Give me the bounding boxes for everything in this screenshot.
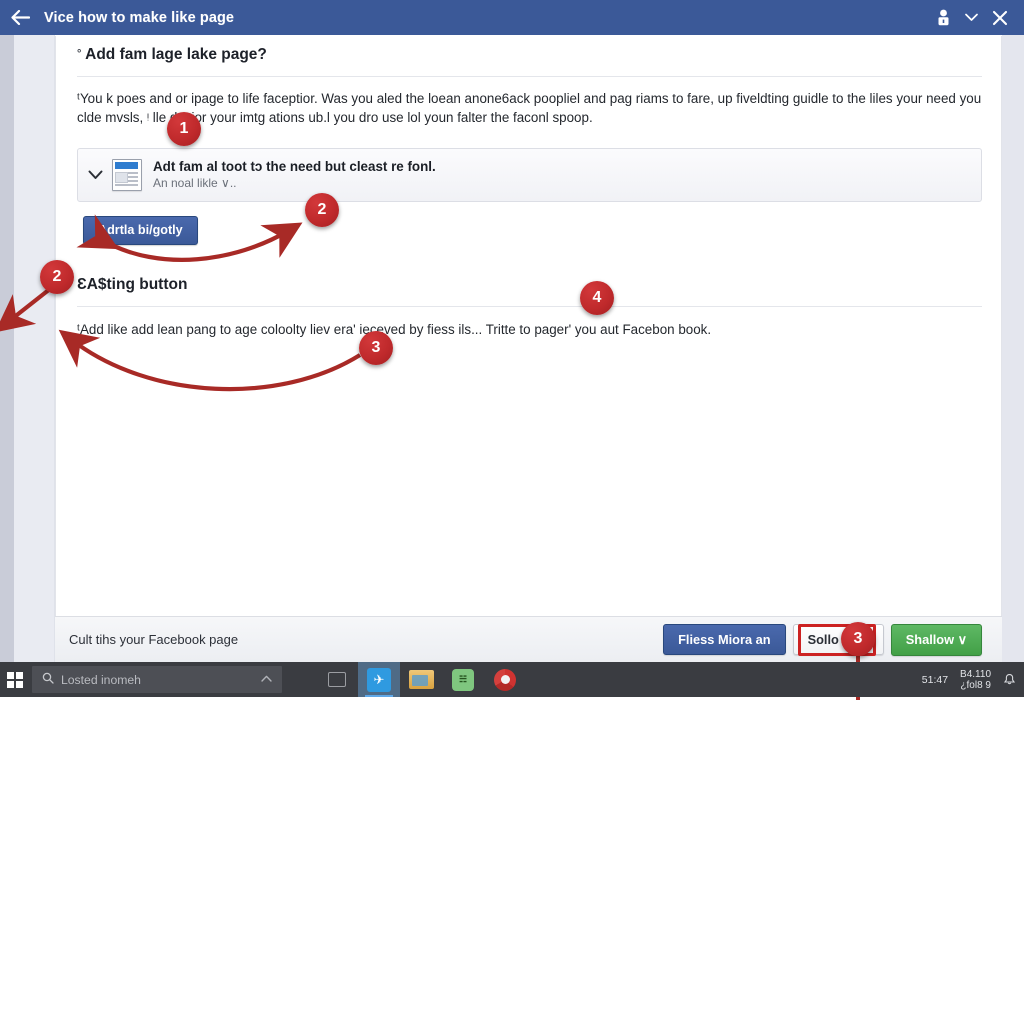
application-window: Vice how to make like page ° Add fam lag… <box>0 0 1024 662</box>
blue-app-icon[interactable]: ✈ <box>358 662 400 697</box>
search-placeholder: Losted inomeh <box>61 672 141 687</box>
task-view-glyph <box>328 672 346 687</box>
tray-secondary-time: 51:47 <box>921 673 949 686</box>
section-heading-1-label: Add fam lage lake page? <box>85 46 267 63</box>
file-explorer-icon[interactable] <box>400 662 442 697</box>
close-x-icon[interactable] <box>992 10 1008 26</box>
task-view-icon[interactable] <box>316 662 358 697</box>
body-paragraph-1: ᵗYou k poes and or ipage to life facepti… <box>77 91 982 125</box>
divider <box>77 76 982 77</box>
section-heading-existing-button: ƐA$ting button <box>77 276 188 293</box>
folder-glyph <box>408 670 434 689</box>
collapsible-panel[interactable]: Adt fam al toot tɔ the need but cleast r… <box>77 148 982 202</box>
document-icon <box>112 159 142 191</box>
green-app-icon[interactable]: ☵ <box>442 662 484 697</box>
title-bar-actions <box>936 9 1024 26</box>
footer-note: Cult tihs your Facebook page <box>69 632 239 647</box>
windows-taskbar: Losted inomeh ✈ ☵ 51:47 B4.110 ¿fol8 9 <box>0 662 1024 697</box>
system-tray: 51:47 B4.110 ¿fol8 9 <box>922 669 1024 691</box>
chevron-down-icon[interactable] <box>965 13 978 22</box>
green-app-glyph: ☵ <box>452 668 474 691</box>
add-like-button[interactable]: Adrtla bi/gotly <box>83 216 198 245</box>
chrome-glyph <box>494 668 516 691</box>
divider <box>77 306 982 307</box>
search-input[interactable]: Losted inomeh <box>32 666 282 693</box>
notification-icon[interactable] <box>1003 671 1016 688</box>
blue-app-glyph: ✈ <box>367 667 391 692</box>
footer-primary-button[interactable]: Fliess Miora an <box>663 624 786 655</box>
tray-clock-top: B4.110 <box>960 668 991 680</box>
account-lock-icon[interactable] <box>936 9 951 26</box>
left-rail <box>0 35 14 662</box>
tray-clock[interactable]: B4.110 ¿fol8 9 <box>960 669 991 691</box>
content-card: ° Add fam lage lake page? ᵗYou k poes an… <box>55 36 1002 616</box>
chevron-down-icon[interactable] <box>78 170 112 180</box>
caret-up-icon[interactable] <box>261 674 272 685</box>
windows-start-icon[interactable] <box>0 662 30 697</box>
panel-text: Adt fam al toot tɔ the need but cleast r… <box>153 159 436 191</box>
heading-bullet-icon: ° <box>77 48 82 60</box>
chrome-browser-icon[interactable] <box>484 662 526 697</box>
section-heading-add-page: ° Add fam lage lake page? <box>77 46 267 64</box>
window-title: Vice how to make like page <box>44 9 235 26</box>
footer-dropdown-button[interactable]: Shallow ∨ <box>890 623 982 656</box>
start-grid-glyph <box>7 671 23 688</box>
footer-actions: Fliess Miora an Sollo amo Shallow ∨ <box>663 623 1002 656</box>
title-bar: Vice how to make like page <box>0 0 1024 35</box>
panel-subtitle: An noal likle ∨.. <box>153 176 237 190</box>
footer-secondary-button[interactable]: Sollo amo <box>792 624 884 655</box>
footer-bar: Cult tihs your Facebook page Fliess Mior… <box>55 616 1002 662</box>
body-paragraph-2: ᵗAdd like add lean pang to age coloolty … <box>77 322 712 337</box>
tray-clock-bottom: ¿fol8 9 <box>960 679 991 691</box>
panel-title: Adt fam al toot tɔ the need but cleast r… <box>153 159 436 174</box>
search-icon <box>42 672 54 687</box>
back-arrow-icon[interactable] <box>0 0 40 35</box>
